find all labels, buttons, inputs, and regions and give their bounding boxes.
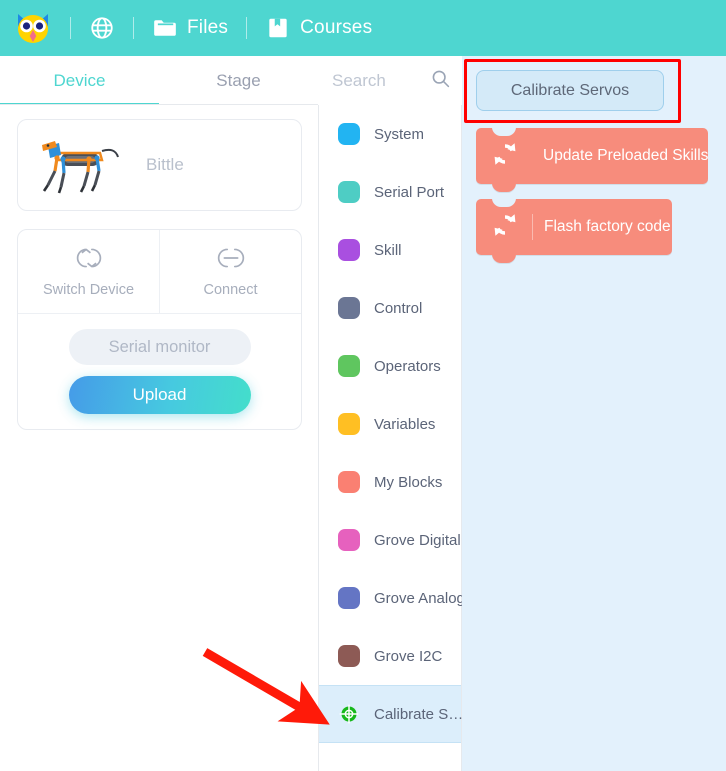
category-label: Grove I2C xyxy=(374,647,443,665)
switch-device-label: Switch Device xyxy=(42,282,135,298)
category-label: Control xyxy=(374,299,423,317)
navbar-divider-3 xyxy=(246,17,248,39)
calibrate-servos-header-button[interactable]: Calibrate Servos xyxy=(476,70,664,111)
files-label: Files xyxy=(187,17,229,38)
block-update-preloaded-skills[interactable]: Update Preloaded Skills xyxy=(476,127,709,192)
category-item-my-blocks[interactable]: My Blocks xyxy=(319,453,461,511)
switch-device-button[interactable]: Switch Device xyxy=(18,230,159,313)
switch-device-icon xyxy=(70,245,108,276)
courses-menu-button[interactable]: Courses xyxy=(265,15,372,41)
category-color-dot xyxy=(338,587,360,609)
tab-stage-label: Stage xyxy=(216,71,261,90)
category-label: My Blocks xyxy=(374,473,443,491)
category-item-grove-analog[interactable]: Grove Analog xyxy=(319,569,465,627)
category-item-grove-i2c[interactable]: Grove I2C xyxy=(319,627,461,685)
category-item-variables[interactable]: Variables xyxy=(319,395,461,453)
bittle-robot-dog-image xyxy=(42,141,119,194)
block-icon-divider xyxy=(532,214,533,240)
category-color-dot xyxy=(338,297,360,319)
category-color-dot xyxy=(338,529,360,551)
globe-icon xyxy=(89,15,115,41)
tab-device-label: Device xyxy=(53,71,106,90)
navbar-divider-2 xyxy=(133,17,134,39)
category-item-system[interactable]: System xyxy=(319,105,461,163)
category-color-dot xyxy=(338,123,360,145)
serial-monitor-button[interactable]: Serial monitor xyxy=(68,329,251,365)
device-actions-row: Switch Device Connect xyxy=(18,230,301,314)
device-card[interactable]: Bittle xyxy=(17,119,302,211)
device-name-label: Bittle xyxy=(146,155,184,174)
block-label: Flash factory code xyxy=(544,218,671,235)
device-panel: Bittle Switch Device Connect Serial moni… xyxy=(0,105,318,771)
category-label: Grove Digital xyxy=(374,531,461,549)
tab-device[interactable]: Device xyxy=(0,56,159,106)
device-actions-card: Switch Device Connect Serial monitor Upl… xyxy=(17,229,302,430)
panel-tab-row: Device Stage xyxy=(0,56,318,106)
category-label: Skill xyxy=(374,241,402,259)
category-color-dot xyxy=(338,355,360,377)
category-label: Grove Analog xyxy=(374,589,465,607)
search-input[interactable] xyxy=(332,70,424,91)
category-item-skill[interactable]: Skill xyxy=(319,221,461,279)
category-label: System xyxy=(374,125,425,143)
upload-controls: Serial monitor Upload xyxy=(18,314,301,429)
owl-logo-icon[interactable] xyxy=(14,11,52,45)
category-item-grove-digital[interactable]: Grove Digital xyxy=(319,511,461,569)
block-label: Update Preloaded Skills xyxy=(543,147,709,164)
category-label: Operators xyxy=(374,357,441,375)
connect-label: Connect xyxy=(203,282,258,298)
block-category-list: System Serial Port Skill Control Operators Va… xyxy=(318,105,465,771)
refresh-sync-icon xyxy=(476,139,520,174)
serial-monitor-label: Serial monitor xyxy=(108,337,211,356)
search-icon[interactable] xyxy=(430,68,451,94)
calibrate-servos-header-label: Calibrate Servos xyxy=(510,81,630,99)
upload-button[interactable]: Upload xyxy=(68,376,251,414)
globe-language-button[interactable] xyxy=(89,15,115,41)
courses-label: Courses xyxy=(300,17,373,38)
category-color-dot xyxy=(338,413,360,435)
search-bar xyxy=(318,56,462,106)
block-flash-factory-code[interactable]: Flash factory code xyxy=(476,198,672,263)
folder-icon xyxy=(152,15,178,41)
tab-stage[interactable]: Stage xyxy=(159,56,318,106)
app-root: Files Courses Device Stage Search Bittle… xyxy=(0,0,726,771)
category-color-dot xyxy=(338,471,360,493)
calibrate-globe-icon xyxy=(338,703,360,725)
category-item-calibrate-s[interactable]: Calibrate S… xyxy=(319,685,464,743)
category-color-dot xyxy=(338,181,360,203)
category-color-dot xyxy=(338,239,360,261)
category-item-operators[interactable]: Operators xyxy=(319,337,461,395)
refresh-sync-icon xyxy=(476,210,520,245)
book-icon xyxy=(265,15,291,41)
category-label: Serial Port xyxy=(374,183,445,201)
category-item-serial-port[interactable]: Serial Port xyxy=(319,163,461,221)
upload-label: Upload xyxy=(132,385,187,404)
category-item-control[interactable]: Control xyxy=(319,279,461,337)
top-navigation-bar: Files Courses xyxy=(0,0,726,56)
connect-button[interactable]: Connect xyxy=(159,230,301,313)
navbar-divider-1 xyxy=(70,17,71,39)
category-label: Calibrate S… xyxy=(374,705,464,723)
files-menu-button[interactable]: Files xyxy=(152,15,228,41)
blocks-workspace: Calibrate Servos Update Preloaded Skills xyxy=(462,56,726,771)
category-label: Variables xyxy=(374,415,436,433)
category-color-dot xyxy=(338,645,360,667)
link-icon xyxy=(212,245,250,276)
